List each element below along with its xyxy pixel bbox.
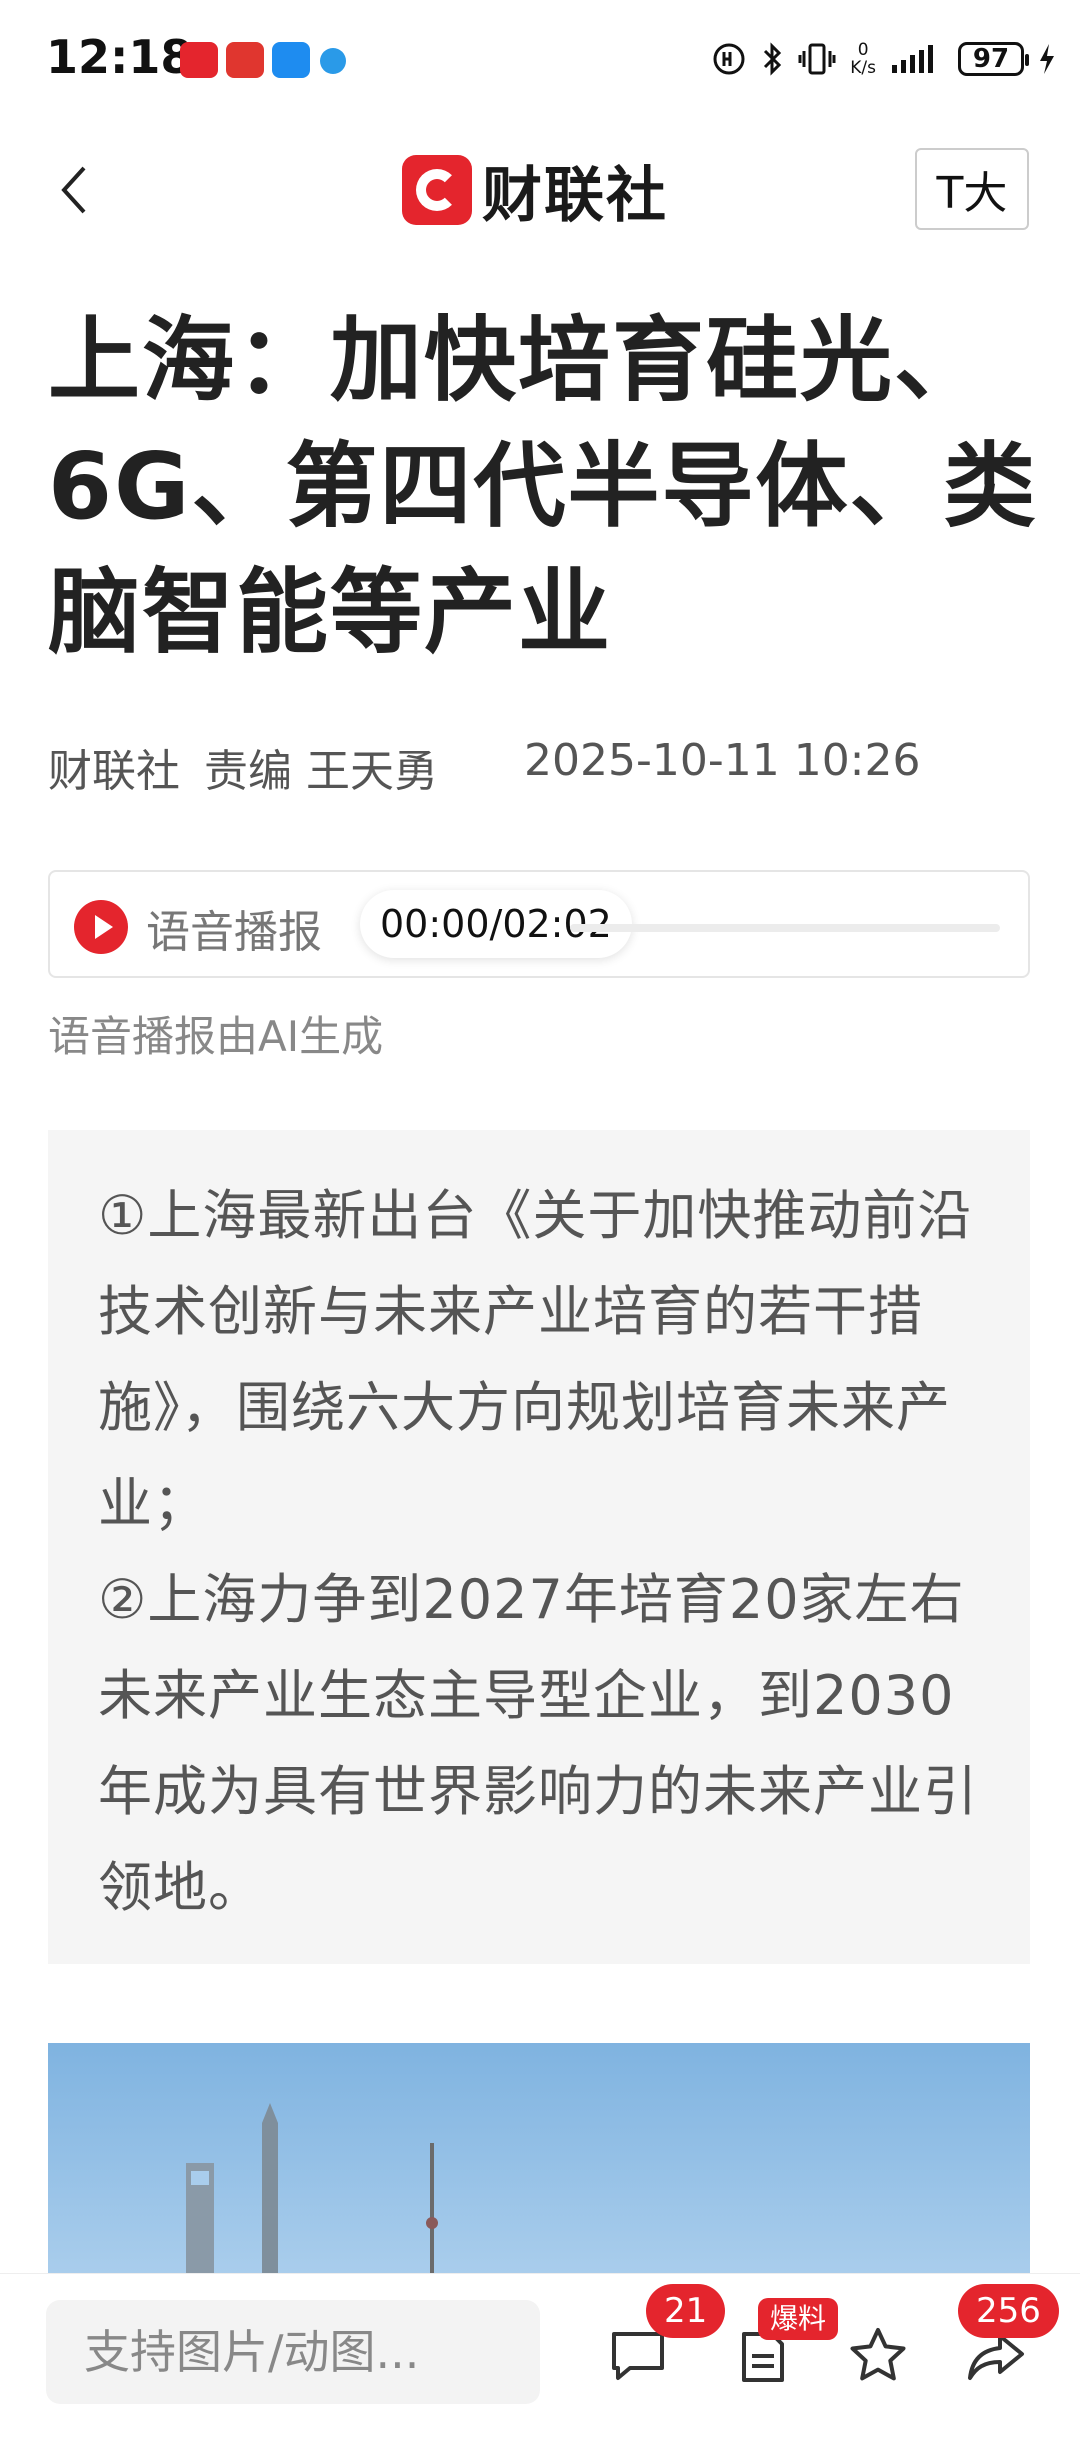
video-app-icon [226, 42, 264, 78]
favorite-button[interactable] [846, 2324, 910, 2388]
bluetooth-icon [764, 42, 782, 76]
share-count-badge: 256 [958, 2284, 1059, 2338]
app-header: 财联社 T大 [0, 130, 1080, 250]
article-title: 上海：加快培育硅光、6G、第四代半导体、类脑智能等产业 [48, 307, 1038, 666]
hd-signal-icon [713, 43, 745, 75]
play-icon[interactable] [74, 900, 128, 954]
bottom-bar: 支持图片/动图... 21 爆料 256 [0, 2273, 1080, 2441]
star-icon [850, 2328, 906, 2381]
battery-indicator: 97 [958, 42, 1029, 76]
comment-input[interactable]: 支持图片/动图... [46, 2300, 540, 2404]
summary-box: ①上海最新出台《关于加快推动前沿技术创新与未来产业培育的若干措施》，围绕六大方向… [48, 1130, 1030, 1964]
report-badge: 爆料 [758, 2298, 839, 2340]
vibrate-icon [798, 43, 836, 75]
cls-logo: 财联社 [402, 150, 668, 231]
cls-app-icon [180, 42, 218, 78]
article-source: 财联社 [48, 746, 180, 797]
cls-logo-icon [402, 155, 472, 225]
network-speed: 0 K/s [850, 40, 876, 78]
article-image[interactable] [48, 2043, 1030, 2273]
back-button[interactable] [48, 158, 108, 222]
audio-player: 语音播报 00:00/02:02 [48, 870, 1030, 978]
cell-signal-icon [892, 45, 933, 73]
system-icons: 0 K/s 97 [712, 34, 1056, 84]
status-bar: 12:18 0 K/s 97 [0, 0, 1080, 120]
audio-note: 语音播报由AI生成 [48, 1012, 384, 1061]
summary-text: ①上海最新出台《关于加快推动前沿技术创新与未来产业培育的若干措施》，围绕六大方向… [98, 1184, 978, 1919]
status-time: 12:18 [46, 30, 193, 84]
article-meta: 财联社 责编 王天勇 2025-10-11 10:26 [48, 735, 921, 799]
cloud-app-icon [272, 42, 310, 78]
comment-count-badge: 21 [646, 2284, 726, 2338]
audio-label: 语音播报 [146, 907, 322, 958]
article-editor: 责编 王天勇 [204, 746, 438, 797]
audio-progress-bar[interactable] [570, 924, 1000, 932]
skyline-image [186, 2103, 438, 2273]
chevron-left-icon [61, 166, 86, 214]
article-datetime: 2025-10-11 10:26 [524, 735, 921, 786]
font-size-button[interactable]: T大 [915, 148, 1029, 230]
charging-icon [1040, 44, 1054, 74]
logo-text: 财联社 [482, 160, 668, 231]
browser-app-icon [320, 48, 346, 74]
